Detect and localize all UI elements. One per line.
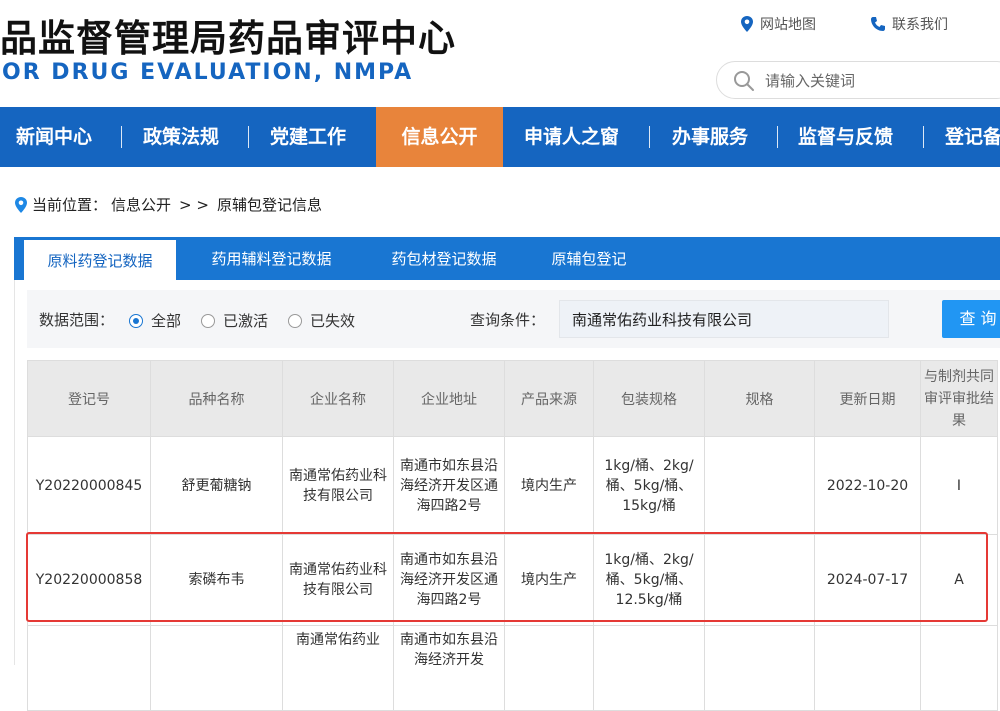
registration-table: 登记号 品种名称 企业名称 企业地址 产品来源 包装规格 规格 更新日期 与制剂… [27, 360, 998, 711]
breadcrumb-separator: > > [179, 196, 209, 214]
nav-item-services[interactable]: 办事服务 [672, 107, 748, 167]
table-row[interactable]: Y20220000845 舒更葡糖钠 南通常佑药业科技有限公司 南通市如东县沿海… [28, 437, 998, 535]
radio-all-label: 全部 [151, 310, 181, 331]
location-pin-icon [14, 196, 28, 214]
phone-icon [870, 16, 886, 32]
search-box [716, 61, 1000, 99]
nav-divider [923, 126, 924, 148]
cell-product-name: 舒更葡糖钠 [151, 437, 283, 535]
cell-company: 南通常佑药业科技有限公司 [283, 437, 394, 535]
cell-spec [705, 626, 815, 711]
tab-packaging-registration[interactable]: 药包材登记数据 [374, 237, 514, 280]
cell-spec [705, 437, 815, 535]
column-header: 更新日期 [815, 361, 921, 437]
nav-item-party[interactable]: 党建工作 [270, 107, 346, 167]
cell-source: 境内生产 [505, 535, 594, 626]
cell-address: 南通市如东县沿海经济开发 [394, 626, 505, 711]
breadcrumb-link-info-public[interactable]: 信息公开 [111, 194, 171, 215]
site-header: 品监督管理局药品审评中心 OR DRUG EVALUATION, NMPA 网站… [0, 0, 1000, 107]
column-header: 品种名称 [151, 361, 283, 437]
cell-source [505, 626, 594, 711]
cell-reg-no: Y20220000845 [28, 437, 151, 535]
nav-item-supervision[interactable]: 监督与反馈 [798, 107, 893, 167]
radio-active-label: 已激活 [223, 310, 268, 331]
site-subtitle: OR DRUG EVALUATION, NMPA [2, 60, 413, 85]
nav-item-applicant[interactable]: 申请人之窗 [524, 107, 619, 167]
data-tabs: 原料药登记数据 药用辅料登记数据 药包材登记数据 原辅包登记 [14, 237, 1000, 280]
contact-label: 联系我们 [892, 14, 948, 34]
cell-package: 1kg/桶、2kg/桶、5kg/桶、15kg/桶 [594, 437, 705, 535]
column-header: 规格 [705, 361, 815, 437]
cell-update-date: 2024-07-17 [815, 535, 921, 626]
search-icon[interactable] [733, 70, 755, 92]
search-input[interactable] [763, 68, 987, 94]
cell-package: 1kg/桶、2kg/桶、5kg/桶、12.5kg/桶 [594, 535, 705, 626]
nav-divider [248, 126, 249, 148]
site-title: 品监督管理局药品审评中心 [0, 8, 456, 62]
cell-reg-no [28, 626, 151, 711]
cell-review-result: I [921, 437, 998, 535]
breadcrumb-prefix: 当前位置： [32, 194, 107, 215]
nav-item-news[interactable]: 新闻中心 [16, 107, 92, 167]
radio-expired-label: 已失效 [310, 310, 355, 331]
cell-review-result [921, 626, 998, 711]
column-header: 登记号 [28, 361, 151, 437]
cell-product-name [151, 626, 283, 711]
query-button[interactable]: 查 询 [942, 300, 1000, 338]
tab-excipient-registration[interactable]: 药用辅料登记数据 [194, 237, 349, 280]
main-nav: 新闻中心 政策法规 党建工作 信息公开 申请人之窗 办事服务 监督与反馈 登记备 [0, 107, 1000, 167]
sitemap-link[interactable]: 网站地图 [740, 14, 816, 34]
sitemap-label: 网站地图 [760, 14, 816, 34]
radio-all[interactable]: 全部 [129, 310, 181, 331]
cell-update-date: 2022-10-20 [815, 437, 921, 535]
radio-checked-icon [129, 314, 143, 328]
cell-source: 境内生产 [505, 437, 594, 535]
column-header: 与制剂共同审评审批结果 [921, 361, 998, 437]
location-pin-icon [740, 15, 754, 33]
radio-active[interactable]: 已激活 [201, 310, 268, 331]
filter-bar: 数据范围： 全部 已激活 已失效 查询条件： 查 询 [27, 290, 1000, 348]
cell-reg-no: Y20220000858 [28, 535, 151, 626]
query-input[interactable] [559, 300, 889, 338]
cell-spec [705, 535, 815, 626]
cell-company: 南通常佑药业 [283, 626, 394, 711]
cell-company: 南通常佑药业科技有限公司 [283, 535, 394, 626]
contact-link[interactable]: 联系我们 [870, 14, 948, 34]
cell-product-name: 索磷布韦 [151, 535, 283, 626]
column-header: 产品来源 [505, 361, 594, 437]
cell-package [594, 626, 705, 711]
cell-address: 南通市如东县沿海经济开发区通海四路2号 [394, 437, 505, 535]
radio-expired[interactable]: 已失效 [288, 310, 355, 331]
query-label: 查询条件： [470, 309, 545, 330]
scope-label: 数据范围： [39, 309, 114, 330]
results-panel: 数据范围： 全部 已激活 已失效 查询条件： 查 询 登记号 品种名称 企业名称 [14, 280, 1000, 665]
cell-address: 南通市如东县沿海经济开发区通海四路2号 [394, 535, 505, 626]
radio-unchecked-icon [201, 314, 215, 328]
cell-review-result: A [921, 535, 998, 626]
nav-divider [121, 126, 122, 148]
nav-item-info-public[interactable]: 信息公开 [376, 107, 503, 167]
tab-api-registration[interactable]: 原料药登记数据 [24, 237, 176, 280]
breadcrumb-current: 原辅包登记信息 [217, 194, 322, 215]
breadcrumb: 当前位置： 信息公开 > > 原辅包登记信息 [14, 194, 322, 215]
table-row[interactable]: Y20220000858 索磷布韦 南通常佑药业科技有限公司 南通市如东县沿海经… [28, 535, 998, 626]
tab-api-exc-pack-registration[interactable]: 原辅包登记 [539, 237, 639, 280]
cell-update-date [815, 626, 921, 711]
column-header: 企业名称 [283, 361, 394, 437]
column-header: 包装规格 [594, 361, 705, 437]
nav-item-policy[interactable]: 政策法规 [143, 107, 219, 167]
column-header: 企业地址 [394, 361, 505, 437]
radio-unchecked-icon [288, 314, 302, 328]
nav-divider [649, 126, 650, 148]
table-row[interactable]: 南通常佑药业 南通市如东县沿海经济开发 [28, 626, 998, 711]
table-header-row: 登记号 品种名称 企业名称 企业地址 产品来源 包装规格 规格 更新日期 与制剂… [28, 361, 998, 437]
nav-item-registration[interactable]: 登记备 [945, 107, 1000, 167]
nav-divider [777, 126, 778, 148]
